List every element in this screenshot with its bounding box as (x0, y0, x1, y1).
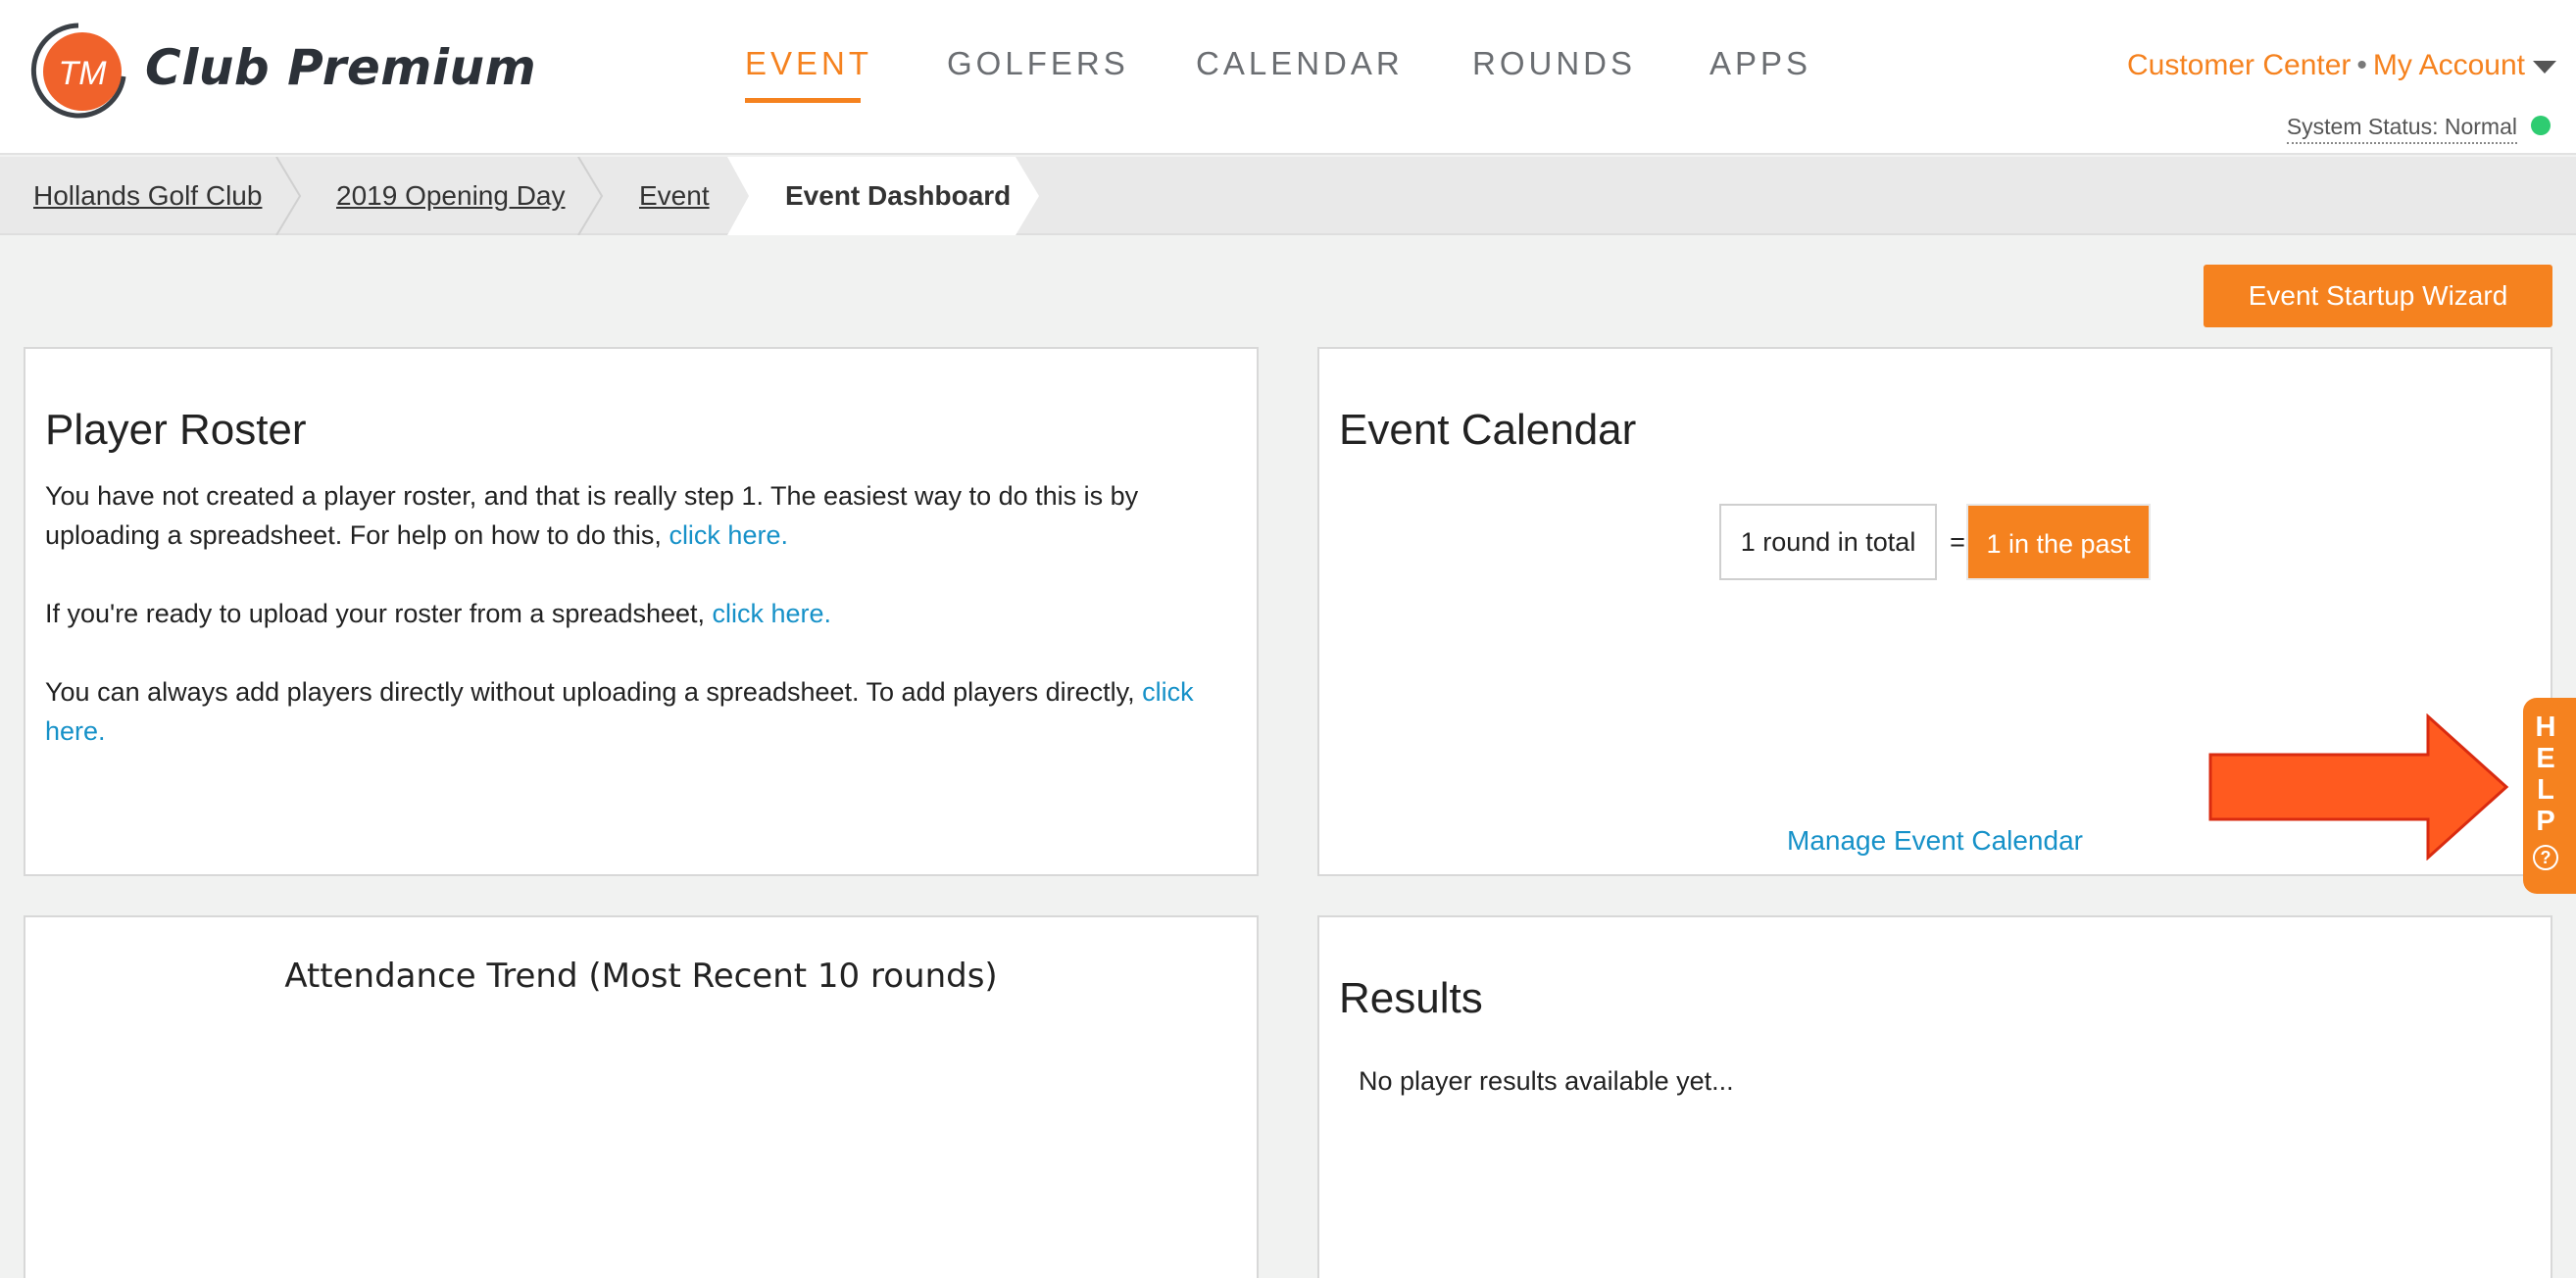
chart-title: Attendance Trend (Most Recent 10 rounds) (284, 957, 998, 996)
roster-text-line: You have not created a player roster, an… (45, 481, 1139, 550)
breadcrumb: Hollands Golf Club 2019 Opening Day Even… (0, 157, 2576, 235)
roster-paragraph: If you're ready to upload your roster fr… (45, 594, 1231, 633)
roster-paragraph: You have not created a player roster, an… (45, 476, 1231, 555)
system-status[interactable]: System Status: Normal (2286, 114, 2517, 144)
breadcrumb-separator (577, 157, 604, 235)
tm-logo-icon[interactable]: TM (27, 20, 135, 122)
nav-active-underline (745, 98, 861, 103)
breadcrumb-separator (275, 157, 302, 235)
status-dot-icon (2531, 116, 2551, 135)
nav-golfers[interactable]: GOLFERS (947, 45, 1129, 82)
results-empty-text: No player results available yet... (1359, 1066, 1734, 1096)
attendance-trend-panel: Attendance Trend (Most Recent 10 rounds) (24, 915, 1259, 1278)
svg-text:TM: TM (58, 55, 107, 92)
help-question-icon: ? (2533, 845, 2558, 870)
event-startup-wizard-button[interactable]: Event Startup Wizard (2204, 265, 2552, 327)
roster-text-line: You can always add players directly with… (45, 677, 1143, 707)
roster-text: You have not created a player roster, an… (45, 476, 1231, 790)
help-letter: E (2536, 743, 2555, 774)
roster-text-line: If you're ready to upload your roster fr… (45, 599, 713, 628)
breadcrumb-event-name[interactable]: 2019 Opening Day (336, 157, 566, 235)
account-links: Customer Center • My Account (2127, 49, 2525, 82)
nav-event[interactable]: EVENT (745, 45, 872, 82)
help-letter: L (2537, 774, 2554, 806)
nav-rounds[interactable]: ROUNDS (1472, 45, 1636, 82)
breadcrumb-current: Event Dashboard (785, 180, 1012, 211)
player-roster-panel: Player Roster You have not created a pla… (24, 347, 1259, 876)
panel-title: Event Calendar (1339, 406, 1637, 454)
help-letter: P (2536, 806, 2555, 837)
help-tab[interactable]: H E L P ? (2523, 698, 2576, 894)
help-link[interactable]: click here. (669, 520, 788, 550)
help-letters: H E L P (2523, 712, 2568, 837)
help-letter: H (2535, 712, 2556, 743)
arrow-right-icon (2208, 713, 2509, 860)
panel-title: Results (1339, 974, 1483, 1022)
separator-dot: • (2356, 49, 2367, 81)
roster-paragraph: You can always add players directly with… (45, 672, 1231, 751)
rounds-total-badge: 1 round in total (1719, 504, 1937, 580)
breadcrumb-club[interactable]: Hollands Golf Club (33, 157, 262, 235)
results-panel: Results No player results available yet.… (1317, 915, 2552, 1278)
top-header: TM Club Premium EVENT GOLFERS CALENDAR R… (0, 0, 2576, 155)
panel-title: Player Roster (45, 406, 307, 454)
upload-link[interactable]: click here. (713, 599, 832, 628)
my-account-link[interactable]: My Account (2373, 49, 2525, 81)
nav-calendar[interactable]: CALENDAR (1196, 45, 1404, 82)
brand-name[interactable]: Club Premium (145, 39, 536, 96)
breadcrumb-event[interactable]: Event (639, 157, 710, 235)
caret-down-icon[interactable] (2533, 61, 2556, 74)
customer-center-link[interactable]: Customer Center (2127, 49, 2351, 81)
nav-apps[interactable]: APPS (1709, 45, 1811, 82)
rounds-past-badge[interactable]: 1 in the past (1966, 504, 2151, 580)
